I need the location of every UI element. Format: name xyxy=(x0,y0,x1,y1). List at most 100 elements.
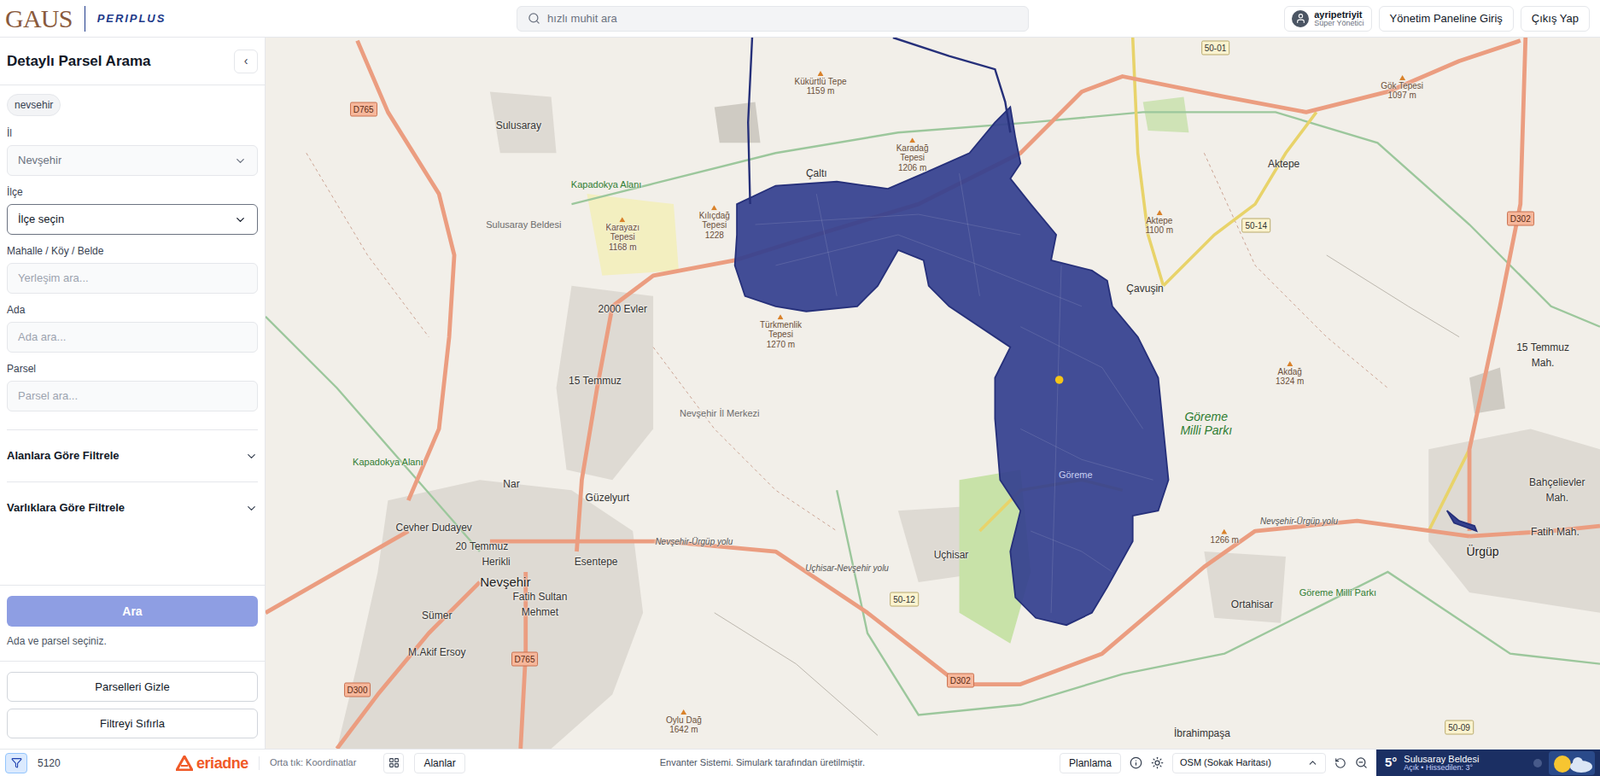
map-label: D302 xyxy=(946,672,975,688)
areas-button[interactable]: Alanlar xyxy=(414,753,465,774)
chevron-down-icon xyxy=(233,213,247,227)
filter-chip[interactable]: nevsehir xyxy=(6,93,61,117)
logo[interactable]: GAUSPERIPLUS xyxy=(5,5,262,32)
weather-sun-icon xyxy=(1548,751,1595,776)
map-label: Sulusaray Beldesi xyxy=(485,217,561,233)
map-label: 20 Temmuz xyxy=(455,538,509,555)
peak-icon xyxy=(1156,210,1163,216)
map-label: TürkmenlikTepesi1270 m xyxy=(759,314,802,351)
planning-button[interactable]: Planlama xyxy=(1059,753,1122,774)
map-label: D765 xyxy=(511,651,539,666)
peak-icon xyxy=(1221,529,1228,535)
field-label: Parsel xyxy=(6,362,258,376)
info-icon[interactable] xyxy=(1129,756,1143,770)
sidebar-title: Detaylı Parsel Arama xyxy=(6,50,152,73)
map-label: D765 xyxy=(350,101,378,117)
map-drawing xyxy=(265,37,1600,749)
field-label: Mahalle / Köy / Belde xyxy=(6,244,258,258)
zoom-out-icon[interactable] xyxy=(1354,756,1368,770)
map-label: Esentepe xyxy=(574,554,619,570)
map-label: Herikli xyxy=(481,554,510,570)
chevron-down-icon xyxy=(245,449,258,463)
chevron-up-icon xyxy=(1307,757,1319,769)
credit: Envanter Sistemi. Simulark tarafından ür… xyxy=(465,755,1060,771)
map-label: 50-09 xyxy=(1444,719,1474,735)
map-label: Güzelyurt xyxy=(585,490,630,506)
filter-icon xyxy=(11,757,23,769)
map-label: Aktepe xyxy=(1267,156,1300,172)
map-label: Kapadokya Alanı xyxy=(352,454,424,469)
collapse-button[interactable]: ‹ xyxy=(233,49,258,74)
map-label: Nar xyxy=(502,476,520,492)
map-label: 50-14 xyxy=(1242,218,1272,234)
avatar-icon xyxy=(1291,10,1309,28)
map-label: Çavuşin xyxy=(1126,280,1163,297)
map-label: Uçhisar xyxy=(934,547,970,563)
field-label: İl xyxy=(6,126,258,141)
map-label: Fatih Mah. xyxy=(1530,524,1580,540)
map-label: KılıçdağTepesi1228 xyxy=(699,204,730,241)
map-label: 50-01 xyxy=(1201,40,1231,55)
map-label: KarayazıTepesi1168 m xyxy=(605,216,639,253)
map-label: İbrahimpaşa xyxy=(1173,725,1231,742)
map-label: 2000 Evler xyxy=(598,301,648,317)
map-label: Gök Tepesi1097 m xyxy=(1380,75,1424,101)
user-chip[interactable]: ayripetriyitSüper Yönetici xyxy=(1284,5,1372,32)
map-label: Çaltı xyxy=(805,165,828,182)
eriadne-logo-icon xyxy=(175,755,193,771)
filter-toggle[interactable] xyxy=(5,753,28,774)
header-button[interactable]: Çıkış Yap xyxy=(1520,5,1590,32)
form-field: İlNevşehir xyxy=(6,126,258,176)
map-label: Akdağ1324 m xyxy=(1275,361,1304,387)
sidebar-button[interactable]: Filtreyi Sıfırla xyxy=(6,708,258,739)
rotate-icon[interactable] xyxy=(1334,757,1347,770)
map-label: KaradağTepesi1206 m xyxy=(896,137,929,174)
search-field[interactable]: hızlı muhit ara xyxy=(516,5,1029,32)
map-label: 1266 m xyxy=(1210,529,1239,546)
map-label: Nevşehir-Ürgüp yolu xyxy=(654,535,733,549)
sidebar-button[interactable]: Parselleri Gizle xyxy=(6,671,258,702)
map-label: Nevşehir İl Merkezi xyxy=(679,406,760,421)
weather-toggle-icon[interactable] xyxy=(1533,759,1542,768)
map-label: Kapadokya Alanı xyxy=(571,177,643,193)
map-label: Kükürtlü Tepe1159 m xyxy=(794,70,847,97)
location-dot-icon[interactable] xyxy=(1055,375,1064,385)
filter-accordion[interactable]: Varlıklara Göre Filtrele xyxy=(6,481,258,534)
map-label: GöremeMilli Parkı xyxy=(1179,410,1233,438)
map[interactable]: SulusarayKükürtlü Tepe1159 mKaradağTepes… xyxy=(265,37,1600,749)
grid-icon xyxy=(388,757,400,769)
text-field[interactable]: Ada ara... xyxy=(6,321,258,353)
header: GAUSPERIPLUS hızlı muhit ara ayripetriyitS… xyxy=(0,0,1600,38)
map-label: Oylu Dağ1642 m xyxy=(665,709,702,736)
text-field[interactable]: Yerleşim ara... xyxy=(6,262,258,294)
peak-icon xyxy=(711,204,718,211)
chevron-down-icon xyxy=(245,502,258,515)
app: GAUSPERIPLUS hızlı muhit ara ayripetriyitS… xyxy=(0,0,1600,776)
layers-grid-button[interactable] xyxy=(383,753,404,774)
peak-icon xyxy=(817,70,824,76)
search-icon xyxy=(527,11,541,25)
map-label: M.Akif Ersoy xyxy=(408,644,466,660)
map-label: 50-12 xyxy=(889,592,919,608)
brightness-icon[interactable] xyxy=(1150,756,1164,770)
form-field: AdaAda ara... xyxy=(6,303,258,353)
select-field[interactable]: İlçe seçin xyxy=(6,204,258,235)
header-button[interactable]: Yönetim Paneline Giriş xyxy=(1378,5,1514,32)
form-field: Parsel Parsel ara... xyxy=(6,362,258,412)
form-field: İlçe İlçe seçin xyxy=(6,185,258,235)
basemap-select[interactable]: OSM (Sokak Haritası) xyxy=(1172,753,1326,774)
sidebar: Detaylı Parsel Arama‹nevsehirİlNevşehirİ… xyxy=(0,37,266,749)
text-field[interactable]: Parsel ara... xyxy=(6,380,258,412)
peak-icon xyxy=(1286,361,1293,367)
peak-icon xyxy=(909,137,916,143)
filter-accordion[interactable]: Alanlara Göre Filtrele xyxy=(6,429,258,482)
peak-icon xyxy=(680,709,687,715)
search-hint: Ada ve parsel seçiniz. xyxy=(6,633,258,649)
field-label: İlçe xyxy=(6,185,258,199)
weather-widget[interactable]: 5°Sulusaray BeldesiAçık • Hissedilen: 3° xyxy=(1376,749,1600,776)
map-label: Fatih SultanMehmet xyxy=(512,589,567,620)
coordinates-hint: Orta tık: Koordinatlar xyxy=(269,755,357,771)
eriadne-logo[interactable]: eriadne xyxy=(175,755,249,771)
peak-icon xyxy=(619,216,626,222)
map-label: D300 xyxy=(344,682,372,697)
